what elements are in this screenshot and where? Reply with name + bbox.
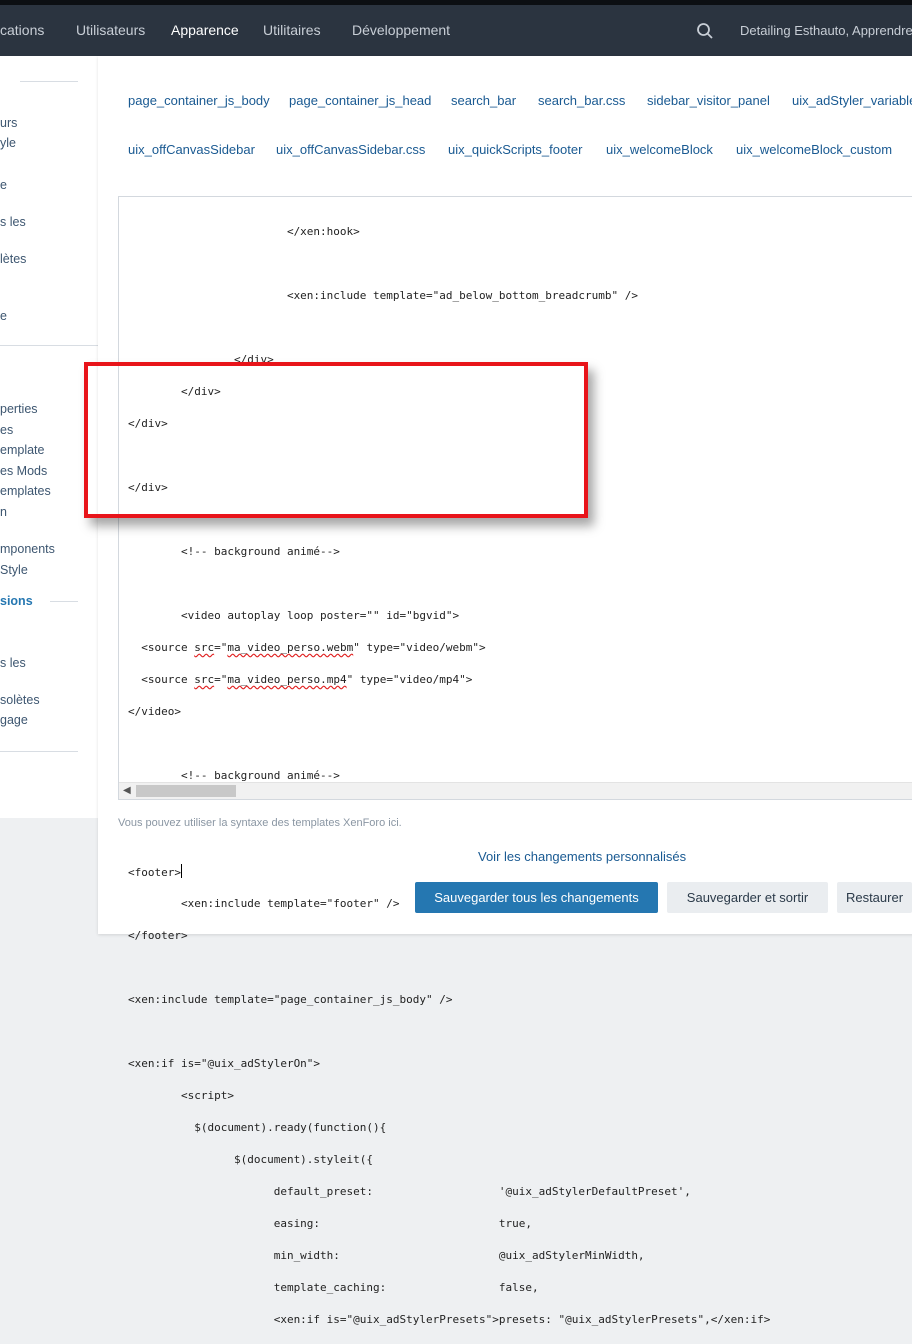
template-link[interactable]: search_bar (451, 92, 516, 110)
code-line: </div> (128, 417, 168, 430)
code-token: " type="video/mp4"> (346, 673, 473, 686)
spelling-error: ma_video_perso.webm (227, 641, 354, 654)
sidebar-item[interactable]: urs (0, 115, 17, 131)
sidebar-divider (0, 751, 78, 752)
spelling-error: src (194, 673, 215, 686)
syntax-hint: Vous pouvez utiliser la syntaxe des temp… (118, 817, 402, 829)
nav-tab-appearance[interactable]: Apparence (171, 5, 239, 56)
code-line: </footer> (128, 929, 188, 942)
scrollbar-thumb[interactable] (136, 785, 236, 797)
view-changes-link[interactable]: Voir les changements personnalisés (478, 849, 686, 864)
template-link[interactable]: uix_quickScripts_footer (448, 141, 582, 159)
sidebar-item[interactable]: lètes (0, 251, 26, 267)
code-editor-content[interactable]: </xen:hook> <xen:include template="ad_be… (128, 208, 912, 1344)
horizontal-scrollbar[interactable]: ◀ (119, 782, 912, 799)
code-line: <!-- background animé--> (128, 545, 340, 558)
template-link[interactable]: page_container_js_head (289, 92, 431, 110)
sidebar-item[interactable]: es (0, 422, 13, 438)
spelling-error: ma_video_perso.mp4 (227, 673, 347, 686)
template-link[interactable]: uix_welcomeBlock_custom (736, 141, 892, 159)
sidebar-item[interactable]: Style (0, 562, 28, 578)
sidebar-item[interactable]: es Mods (0, 463, 47, 479)
sidebar-item[interactable]: solètes (0, 692, 40, 708)
save-and-exit-button[interactable]: Sauvegarder et sortir (667, 882, 828, 913)
top-navigation-bar: cations Utilisateurs Apparence Utilitair… (0, 0, 912, 56)
nav-tab-applications[interactable]: cations (0, 5, 44, 56)
sidebar-item-active[interactable]: sions (0, 593, 33, 609)
code-line: </div> (128, 353, 274, 366)
code-token: <source (128, 641, 195, 654)
template-link[interactable]: sidebar_visitor_panel (647, 92, 770, 110)
code-line: easing: true, (128, 1217, 532, 1230)
nav-tab-development[interactable]: Développement (352, 5, 450, 56)
code-token: <footer> (128, 866, 181, 879)
code-line: </div> (128, 481, 168, 494)
code-line: </xen:hook> (128, 225, 360, 238)
template-link[interactable]: search_bar.css (538, 92, 625, 110)
code-line: <video autoplay loop poster="" id="bgvid… (128, 609, 460, 622)
sidebar-item[interactable]: gage (0, 712, 28, 728)
save-all-button[interactable]: Sauvegarder tous les changements (415, 882, 658, 913)
code-line: <xen:include template="ad_below_bottom_b… (128, 289, 638, 302)
code-line: $(document).styleit({ (128, 1153, 374, 1166)
code-line: <script> (128, 1089, 234, 1102)
sidebar-item[interactable]: perties (0, 401, 38, 417)
sidebar-item[interactable]: e (0, 177, 7, 193)
restore-button[interactable]: Restaurer (837, 882, 912, 913)
text-cursor (180, 864, 182, 878)
sidebar-item[interactable]: e (0, 308, 7, 324)
sidebar-item[interactable]: s les (0, 214, 26, 230)
code-token: <source (128, 673, 195, 686)
sidebar: urs yle e s les lètes e perties es empla… (0, 56, 98, 818)
user-menu[interactable]: Detailing Esthauto, Apprendre (740, 5, 912, 56)
template-link[interactable]: uix_welcomeBlock (606, 141, 713, 159)
nav-tab-tools[interactable]: Utilitaires (263, 5, 321, 56)
code-line: <xen:if is="@uix_adStylerPresets">preset… (128, 1313, 771, 1326)
search-icon[interactable] (696, 22, 714, 40)
code-line: $(document).ready(function(){ (128, 1121, 387, 1134)
code-line: <source src="ma_video_perso.webm" type="… (128, 640, 912, 656)
sidebar-divider (20, 81, 78, 82)
code-token: =" (214, 673, 228, 686)
code-line: template_caching: false, (128, 1281, 539, 1294)
code-token: " type="video/webm"> (353, 641, 486, 654)
code-line: <source src="ma_video_perso.mp4" type="v… (128, 672, 912, 688)
code-line: <footer> (128, 864, 912, 880)
sidebar-divider (0, 345, 98, 346)
code-line: </div> (128, 385, 221, 398)
sidebar-divider (50, 601, 78, 602)
template-link[interactable]: uix_offCanvasSidebar.css (276, 141, 425, 159)
code-line: </video> (128, 705, 181, 718)
sidebar-item[interactable]: n (0, 504, 7, 520)
code-line: min_width: @uix_adStylerMinWidth, (128, 1249, 645, 1262)
sidebar-item[interactable]: mponents (0, 541, 55, 557)
sidebar-item[interactable]: yle (0, 135, 16, 151)
template-link[interactable]: uix_offCanvasSidebar (128, 141, 255, 159)
template-link[interactable]: page_container_js_body (128, 92, 270, 110)
spelling-error: src (194, 641, 215, 654)
sidebar-item[interactable]: emplate (0, 442, 44, 458)
sidebar-item[interactable]: emplates (0, 483, 51, 499)
scroll-left-arrow-icon[interactable]: ◀ (123, 785, 131, 796)
sidebar-item[interactable]: s les (0, 655, 26, 671)
code-line: default_preset: '@uix_adStylerDefaultPre… (128, 1185, 691, 1198)
template-link[interactable]: uix_adStyler_variables (792, 92, 912, 110)
code-line: <xen:if is="@uix_adStylerOn"> (128, 1057, 321, 1070)
nav-tab-users[interactable]: Utilisateurs (76, 5, 145, 56)
code-token: =" (214, 641, 228, 654)
code-line: <xen:include template="page_container_js… (128, 993, 453, 1006)
